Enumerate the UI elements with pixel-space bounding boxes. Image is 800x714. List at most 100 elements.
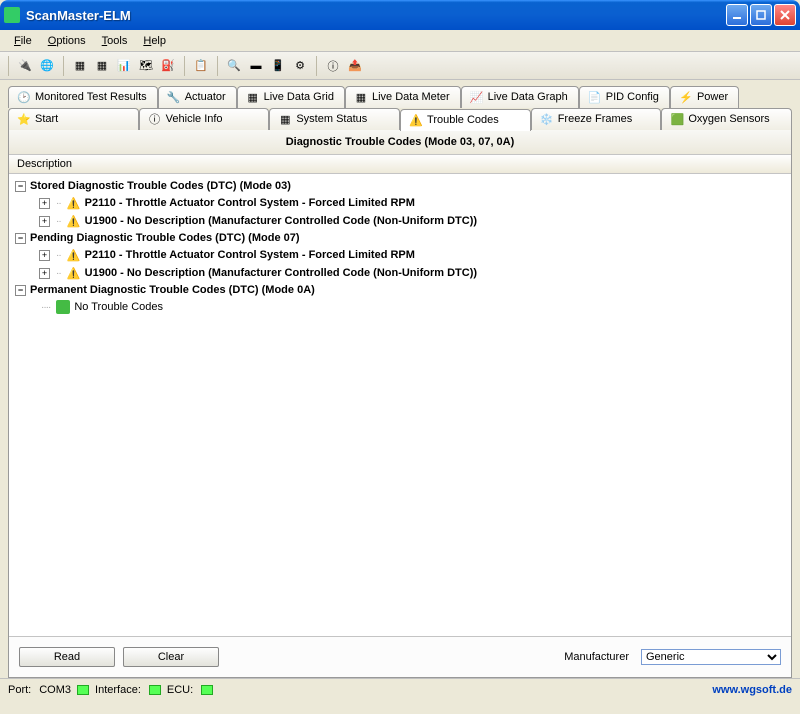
status-bar: Port: COM3 Interface: ECU: www.wgsoft.de	[0, 678, 800, 700]
tab-live-data-meter[interactable]: ▦Live Data Meter	[345, 86, 461, 108]
gear-button[interactable]: ⚙	[290, 56, 310, 76]
tree-item[interactable]: ···· No Trouble Codes	[39, 298, 785, 316]
info-icon: ⓘ	[328, 58, 339, 74]
maximize-icon	[756, 10, 766, 20]
clear-button[interactable]: Clear	[123, 647, 219, 667]
map-button[interactable]: 🗺	[136, 56, 156, 76]
terminal-button[interactable]: ▬	[246, 56, 266, 76]
tab-vehicle-info[interactable]: ⓘ Vehicle Info	[139, 108, 270, 130]
toolbar-separator	[63, 56, 64, 76]
warning-icon: ⚠️	[409, 113, 423, 127]
warning-icon: ⚠️	[67, 248, 81, 262]
map-icon: 🗺	[139, 59, 153, 72]
tree-group-label: Stored Diagnostic Trouble Codes (DTC) (M…	[30, 180, 291, 192]
tree-connector: ··	[56, 250, 61, 261]
status-port-value: COM3	[39, 684, 71, 696]
menu-file[interactable]: File	[6, 33, 40, 49]
chart-button[interactable]: 📊	[114, 56, 134, 76]
tree-group-pending[interactable]: − Pending Diagnostic Trouble Codes (DTC)…	[15, 230, 785, 246]
bottom-bar: Read Clear Manufacturer Generic	[9, 636, 791, 677]
tree-item[interactable]: + ·· ⚠️ P2110 - Throttle Actuator Contro…	[39, 194, 785, 212]
tab-pid-config[interactable]: 📄 PID Config	[579, 86, 670, 108]
tree-connector: ····	[41, 302, 50, 313]
status-interface-label: Interface:	[95, 684, 141, 696]
tree-group-stored[interactable]: − Stored Diagnostic Trouble Codes (DTC) …	[15, 178, 785, 194]
minimize-button[interactable]	[726, 4, 748, 26]
ecu-led-icon	[201, 685, 213, 695]
tab-label: Vehicle Info	[166, 113, 223, 125]
menu-tools[interactable]: Tools	[94, 33, 136, 49]
tree-item[interactable]: + ·· ⚠️ P2110 - Throttle Actuator Contro…	[39, 246, 785, 264]
window-title: ScanMaster-ELM	[26, 8, 726, 23]
tab-actuator[interactable]: 🔧Actuator	[158, 86, 237, 108]
tab-system-status[interactable]: ▦System Status	[269, 108, 400, 130]
connect-button[interactable]: 🔌	[15, 56, 35, 76]
tab-oxygen-sensors[interactable]: 🟩Oxygen Sensors	[661, 108, 792, 130]
status-url[interactable]: www.wgsoft.de	[712, 684, 792, 696]
tab-freeze-frames[interactable]: ❄️Freeze Frames	[531, 108, 662, 130]
collapse-icon[interactable]: −	[15, 285, 26, 296]
expand-icon[interactable]: +	[39, 250, 50, 261]
tab-label: Monitored Test Results	[35, 91, 147, 103]
fuel-button[interactable]: ⛽	[158, 56, 178, 76]
maximize-button[interactable]	[750, 4, 772, 26]
exit-button[interactable]: 📤	[345, 56, 365, 76]
tree-group-permanent[interactable]: − Permanent Diagnostic Trouble Codes (DT…	[15, 282, 785, 298]
warning-icon: ⚠️	[67, 196, 81, 210]
search-button[interactable]: 🔍	[224, 56, 244, 76]
grid-icon: ▦	[246, 90, 260, 104]
expand-icon[interactable]: +	[39, 216, 50, 227]
tab-live-data-graph[interactable]: 📈Live Data Graph	[461, 86, 579, 108]
tab-label: Live Data Meter	[372, 91, 450, 103]
exit-icon: 📤	[348, 59, 362, 72]
tab-label: Start	[35, 113, 58, 125]
device-icon: 📱	[271, 59, 285, 72]
device-button[interactable]: 📱	[268, 56, 288, 76]
grid-icon: ▦	[75, 59, 85, 72]
collapse-icon[interactable]: −	[15, 233, 26, 244]
tab-label: System Status	[296, 113, 367, 125]
tab-monitored-test-results[interactable]: 🕑 Monitored Test Results	[8, 86, 158, 108]
grid2-button[interactable]: ▦	[92, 56, 112, 76]
tree-item-label: No Trouble Codes	[74, 301, 163, 313]
tab-trouble-codes[interactable]: ⚠️Trouble Codes	[400, 109, 531, 131]
expand-icon[interactable]: +	[39, 198, 50, 209]
terminal-icon: ▬	[251, 60, 262, 72]
tree-item-label: P2110 - Throttle Actuator Control System…	[85, 197, 415, 209]
close-button[interactable]	[774, 4, 796, 26]
main-panel: Diagnostic Trouble Codes (Mode 03, 07, 0…	[8, 130, 792, 678]
tab-label: PID Config	[606, 91, 659, 103]
tree-group-label: Pending Diagnostic Trouble Codes (DTC) (…	[30, 232, 300, 244]
tree-item[interactable]: + ·· ⚠️ U1900 - No Description (Manufact…	[39, 264, 785, 282]
menu-help[interactable]: Help	[135, 33, 174, 49]
power-icon: ⚡	[679, 90, 693, 104]
dtc-tree[interactable]: − Stored Diagnostic Trouble Codes (DTC) …	[9, 174, 791, 636]
tab-label: Oxygen Sensors	[688, 113, 769, 125]
tab-live-data-grid[interactable]: ▦Live Data Grid	[237, 86, 345, 108]
tab-power[interactable]: ⚡Power	[670, 86, 739, 108]
menu-bar: File Options Tools Help	[0, 30, 800, 52]
collapse-icon[interactable]: −	[15, 181, 26, 192]
manufacturer-label: Manufacturer	[564, 651, 629, 663]
info-icon: ⓘ	[148, 112, 162, 126]
info-button[interactable]: ⓘ	[323, 56, 343, 76]
clipboard-button[interactable]: 📋	[191, 56, 211, 76]
tree-item-label: P2110 - Throttle Actuator Control System…	[85, 249, 415, 261]
panel-title: Diagnostic Trouble Codes (Mode 03, 07, 0…	[9, 130, 791, 155]
tree-item[interactable]: + ·· ⚠️ U1900 - No Description (Manufact…	[39, 212, 785, 230]
read-button[interactable]: Read	[19, 647, 115, 667]
expand-icon[interactable]: +	[39, 268, 50, 279]
manufacturer-select[interactable]: Generic	[641, 649, 781, 665]
gauge-icon: 🕑	[17, 90, 31, 104]
snowflake-icon: ❄️	[540, 112, 554, 126]
toolbar-separator	[8, 56, 9, 76]
tab-start[interactable]: ⭐Start	[8, 108, 139, 130]
warning-icon: ⚠️	[67, 266, 81, 280]
column-header-description[interactable]: Description	[9, 155, 791, 174]
globe-button[interactable]: 🌐	[37, 56, 57, 76]
grid1-button[interactable]: ▦	[70, 56, 90, 76]
tab-label: Actuator	[185, 91, 226, 103]
config-icon: 📄	[588, 90, 602, 104]
port-led-icon	[77, 685, 89, 695]
menu-options[interactable]: Options	[40, 33, 94, 49]
